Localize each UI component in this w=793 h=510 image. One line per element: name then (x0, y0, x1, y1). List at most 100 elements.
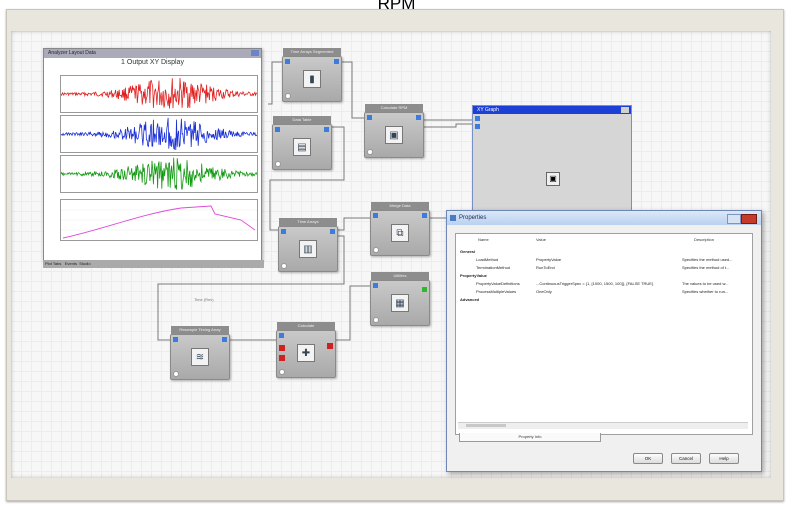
property-value: ...ContinuousTriggerSpec = {1, [1000, 15… (536, 281, 654, 286)
output-port[interactable] (330, 229, 335, 234)
category-label: General (460, 249, 475, 254)
node-title: Resample Timing Array (171, 326, 229, 334)
property-category[interactable]: General (458, 248, 750, 256)
property-name: ProcessMultipleValues (476, 289, 517, 294)
input-port-error[interactable] (279, 355, 285, 361)
property-name: LoadMethod (476, 257, 499, 262)
property-name: PropertyValueDefinitions (476, 281, 520, 286)
properties-icon (450, 215, 456, 221)
node-time-arrays[interactable]: Time Arrays ▥ (278, 218, 338, 272)
category-label: Advanced (460, 297, 480, 302)
graph-window-titlebar[interactable]: XY Graph (473, 106, 631, 114)
status-dot (285, 93, 291, 99)
property-name: TerminationMethod (476, 265, 511, 270)
output-port[interactable] (416, 115, 421, 120)
property-row[interactable]: TerminationMethod RunToEnd Specifies the m… (458, 264, 750, 272)
plot-red-waveform (60, 75, 258, 113)
input-port[interactable] (281, 229, 286, 234)
node-title: Calculate RPM (365, 104, 423, 112)
node-data-table[interactable]: Data Table ▤ (272, 116, 332, 170)
table-icon: ▤ (293, 138, 311, 156)
property-category[interactable]: PropertyValue (458, 272, 750, 280)
node-calculate[interactable]: Calculate ✚ (276, 322, 336, 378)
input-port[interactable] (475, 116, 480, 121)
events-tab[interactable]: Events (65, 261, 77, 266)
status-dot (367, 149, 373, 155)
input-port[interactable] (279, 333, 284, 338)
calculate-icon: ✚ (297, 344, 315, 362)
input-port[interactable] (285, 59, 290, 64)
node-title: Utilities (371, 272, 429, 280)
property-row[interactable]: PropertyValueDefinitions ...ContinuousTri… (458, 280, 750, 288)
property-value: PropertyValue (536, 257, 562, 262)
help-button[interactable]: Help (709, 453, 739, 464)
plot-rpm-curve (60, 199, 258, 241)
column-description: Description (694, 237, 715, 242)
output-port[interactable] (422, 213, 427, 218)
node-time-arrays-segmented[interactable]: Time Arrays Segmented ▮ (282, 48, 342, 102)
resample-icon: ≋ (191, 348, 209, 366)
output-port-error[interactable] (327, 343, 333, 349)
footer-label: Plot Tabs (45, 261, 62, 266)
column-name: Name (478, 237, 489, 242)
column-value: Value (536, 237, 546, 242)
node-title: Merge Data (371, 202, 429, 210)
ok-button[interactable]: OK (633, 453, 663, 464)
folder-icon: ▦ (391, 294, 409, 312)
chart-icon: ▥ (299, 240, 317, 258)
properties-dialog[interactable]: Properties Name Value Description Genera… (446, 210, 762, 472)
status-dot (173, 371, 179, 377)
scrollbar-thumb[interactable] (466, 424, 506, 427)
input-port[interactable] (373, 213, 378, 218)
status-dot (275, 161, 281, 167)
property-info-tab[interactable]: Property Info (459, 433, 601, 442)
output-port[interactable] (324, 127, 329, 132)
input-port[interactable] (475, 124, 480, 129)
node-calculate-rpm[interactable]: Calculate RPM ▣ (364, 104, 424, 158)
close-icon[interactable] (621, 107, 629, 113)
node-merge-data[interactable]: Merge Data ⧉ (370, 202, 430, 256)
horizontal-scrollbar[interactable] (458, 422, 748, 429)
property-description: Specifies whether to run... (682, 289, 729, 294)
xy-display-title: 1 Output XY Display (121, 59, 184, 66)
node-title: Data Table (273, 116, 331, 124)
status-dot (279, 369, 285, 375)
studio-tab[interactable]: Studio (79, 261, 90, 266)
input-port[interactable] (367, 115, 372, 120)
node-resample-timing-array[interactable]: Resample Timing Array ≋ (170, 326, 230, 380)
xy-graph-window[interactable]: XY Graph ▣ (472, 105, 632, 212)
input-port[interactable] (373, 283, 378, 288)
node-utilities[interactable]: Utilities ▦ (370, 272, 430, 326)
property-category[interactable]: Advanced (458, 296, 750, 304)
red-waveform-trace (61, 77, 257, 109)
x-axis-label: Time (Rev) (194, 297, 214, 302)
output-port[interactable] (334, 59, 339, 64)
property-row[interactable]: ProcessMultipleValues OneOnly Specifies wh… (458, 288, 750, 296)
property-grid[interactable]: Name Value Description General LoadMethod… (455, 233, 753, 435)
cancel-button[interactable]: Cancel (671, 453, 701, 464)
node-title: Calculate (277, 322, 335, 330)
status-dot (373, 247, 379, 253)
property-row[interactable]: LoadMethod PropertyValue Specifies the met… (458, 256, 750, 264)
close-icon[interactable] (251, 50, 259, 56)
dialog-titlebar[interactable]: Properties (447, 211, 761, 225)
input-port[interactable] (173, 337, 178, 342)
output-port[interactable] (222, 337, 227, 342)
blue-waveform-trace (61, 117, 257, 151)
node-title: Time Arrays (279, 218, 337, 226)
property-value: OneOnly (536, 289, 552, 294)
status-dot (281, 263, 287, 269)
property-description: Specifies the method of t... (682, 265, 730, 270)
xy-display-window[interactable]: Analyzer Layout Data 1 Output XY Display… (43, 48, 262, 302)
node-title: Time Arrays Segmented (283, 48, 341, 56)
close-icon[interactable] (741, 214, 757, 224)
calculator-icon: ▣ (385, 126, 403, 144)
input-port-error[interactable] (279, 345, 285, 351)
property-description: The values to be used w... (682, 281, 729, 286)
help-icon[interactable] (727, 214, 741, 224)
property-description: Specifies the method used... (682, 257, 733, 262)
rpm-curve-trace (62, 205, 256, 239)
xy-window-titlebar[interactable]: Analyzer Layout Data (44, 49, 261, 58)
output-port-active[interactable] (422, 287, 427, 292)
input-port[interactable] (275, 127, 280, 132)
